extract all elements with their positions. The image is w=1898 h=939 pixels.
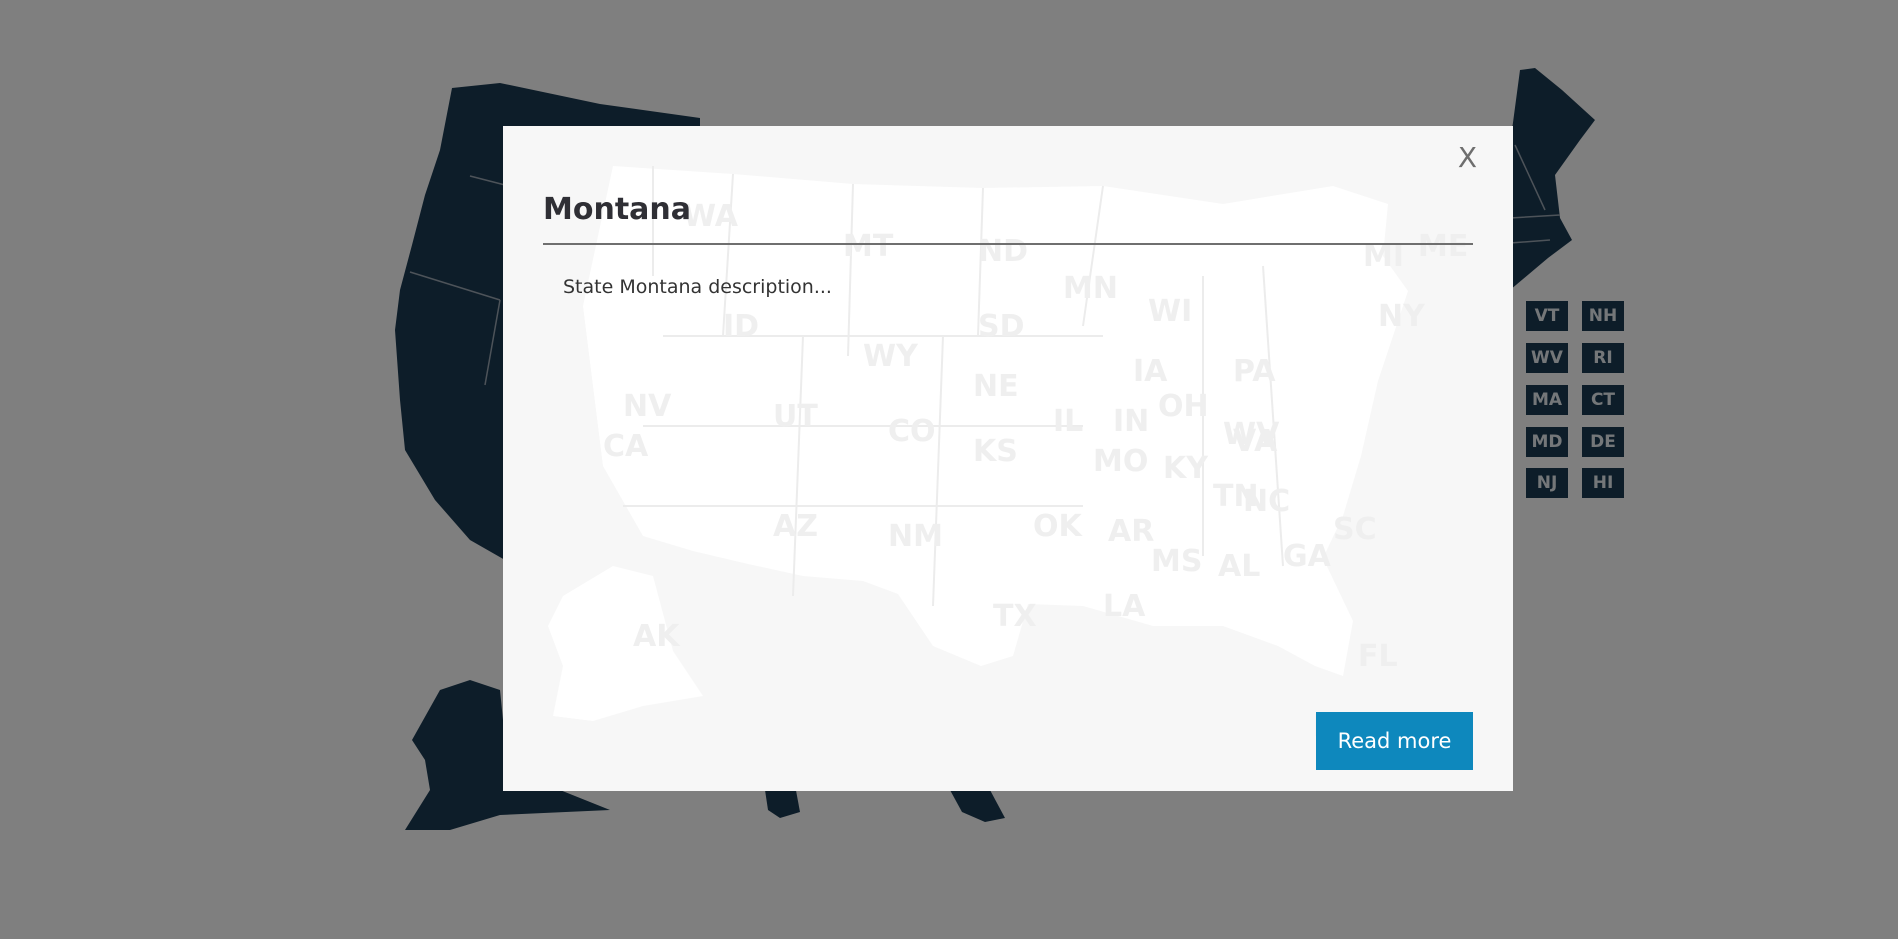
watermark-label-in: IN <box>1113 404 1149 439</box>
watermark-label-la: LA <box>1103 589 1146 624</box>
watermark-label-wi: WI <box>1148 294 1192 329</box>
watermark-label-ia: IA <box>1133 354 1168 389</box>
watermark-label-va: VA <box>1233 424 1278 459</box>
watermark-label-nm: NM <box>888 519 943 554</box>
watermark-label-ar: AR <box>1108 514 1154 549</box>
watermark-label-ga: GA <box>1283 539 1332 574</box>
watermark-label-ks: KS <box>973 434 1018 469</box>
watermark-label-co: CO <box>888 414 936 449</box>
watermark-label-il: IL <box>1053 404 1083 439</box>
watermark-label-id: ID <box>723 309 759 344</box>
watermark-label-wy: WY <box>863 339 919 374</box>
watermark-label-mt: MT <box>843 229 894 264</box>
watermark-label-fl: FL <box>1358 639 1398 674</box>
watermark-label-tn: TN <box>1213 479 1259 514</box>
watermark-label-mo: MO <box>1093 444 1148 479</box>
modal-description: State Montana description... <box>563 276 832 298</box>
watermark-alaska <box>548 566 703 721</box>
watermark-label-ca: CA <box>603 429 649 464</box>
state-modal: WA MT ND MN WI MI NY ME ID SD WY IA PA NE NV UT CO IL IN OH… <box>503 126 1513 791</box>
watermark-label-mn: MN <box>1063 271 1118 306</box>
watermark-label-az: AZ <box>773 509 818 544</box>
watermark-label-nd: ND <box>978 234 1028 269</box>
watermark-label-ky: KY <box>1163 451 1209 486</box>
modal-title: Montana <box>543 192 692 227</box>
close-button[interactable]: X <box>1458 144 1477 172</box>
watermark-label-ok: OK <box>1033 509 1084 544</box>
watermark-label-ne: NE <box>973 369 1019 404</box>
watermark-label-oh: OH <box>1158 389 1209 424</box>
watermark-label-ut: UT <box>773 399 818 434</box>
watermark-label-al: AL <box>1218 549 1260 584</box>
watermark-label-tx: TX <box>993 599 1037 634</box>
watermark-label-nv: NV <box>623 389 672 424</box>
watermark-label-ny: NY <box>1378 299 1426 334</box>
watermark-label-wa: WA <box>683 199 739 234</box>
title-divider <box>543 243 1473 245</box>
watermark-label-me: ME <box>1418 229 1468 264</box>
read-more-button[interactable]: Read more <box>1316 712 1473 770</box>
watermark-label-sc: SC <box>1333 512 1377 547</box>
watermark-label-ak: AK <box>633 619 681 654</box>
watermark-label-sd: SD <box>978 309 1025 344</box>
watermark-label-pa: PA <box>1233 354 1276 389</box>
watermark-label-ms: MS <box>1151 544 1202 579</box>
